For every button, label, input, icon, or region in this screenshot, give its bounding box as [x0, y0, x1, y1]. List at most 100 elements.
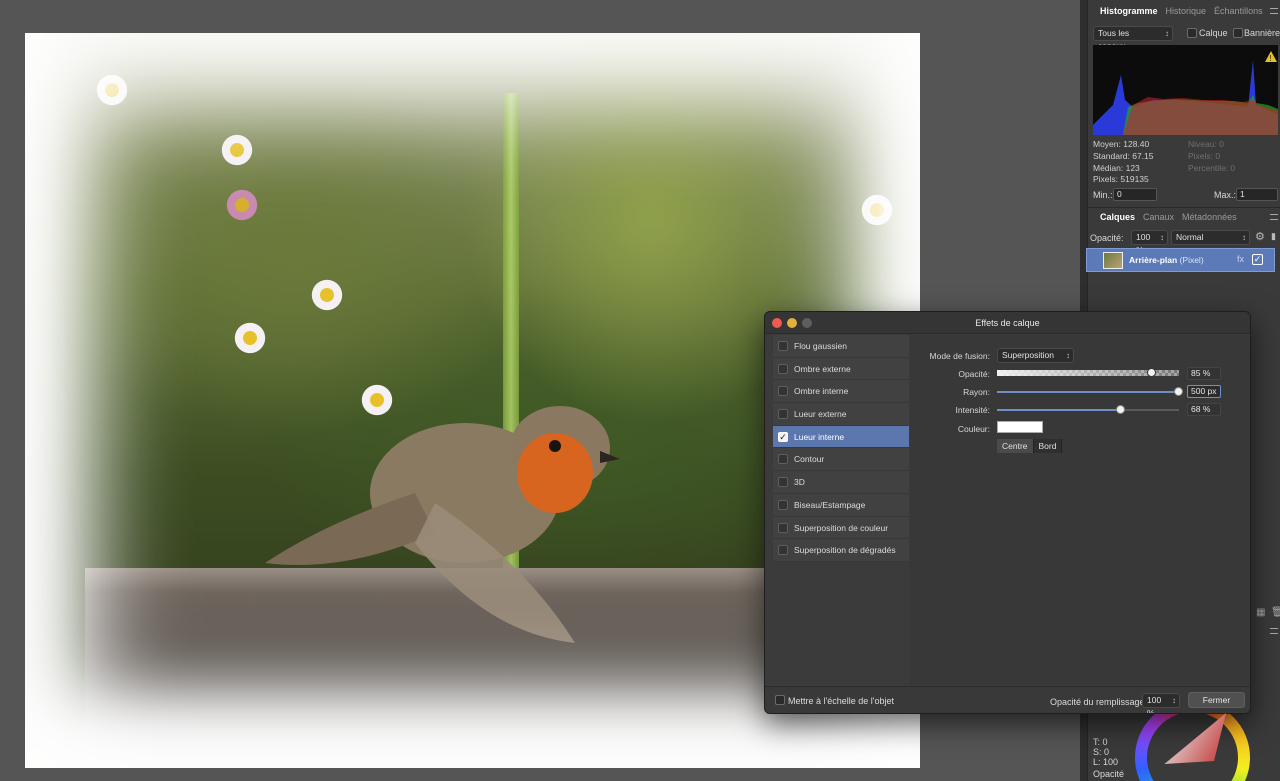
- trash-icon[interactable]: 🗑: [1271, 607, 1280, 618]
- radius-slider[interactable]: [997, 387, 1183, 396]
- effect-properties: Mode de fusion: Superposition Opacité: 8…: [910, 335, 1250, 685]
- photo-flower: [310, 278, 344, 312]
- effect-item[interactable]: Ombre externe: [773, 357, 909, 381]
- stat-pixels: Pixels: 519135: [1093, 174, 1149, 184]
- blend-mode-label: Mode de fusion:: [929, 351, 990, 361]
- effect-item[interactable]: Superposition de dégradés: [773, 539, 909, 562]
- effect-checkbox[interactable]: [778, 454, 788, 465]
- photo-flower: [95, 73, 129, 107]
- effect-item[interactable]: Ombre interne: [773, 380, 909, 404]
- color-menu-icon[interactable]: [1270, 628, 1278, 634]
- effect-item[interactable]: Lueur externe: [773, 403, 909, 426]
- layer-row-arriere-plan[interactable]: Arrière-plan (Pixel) fx ✓: [1086, 248, 1275, 272]
- calque-label: Calque: [1199, 28, 1228, 38]
- color-opacity-label: Opacité: [1093, 769, 1125, 779]
- layer-effects-dialog: Effets de calque Flou gaussien Ombre exte…: [764, 311, 1251, 714]
- intensity-value[interactable]: 68 %: [1187, 403, 1221, 416]
- radius-slider-knob[interactable]: [1174, 387, 1183, 396]
- effect-label: Biseau/Estampage: [794, 499, 866, 510]
- scale-to-object-checkbox[interactable]: [775, 695, 785, 705]
- intensity-label: Intensité:: [955, 405, 991, 415]
- color-l-value: L: 100: [1093, 757, 1119, 767]
- close-button[interactable]: Fermer: [1188, 692, 1245, 708]
- segment-bord[interactable]: Bord: [1034, 439, 1063, 453]
- calque-checkbox[interactable]: [1187, 28, 1197, 38]
- intensity-slider-knob[interactable]: [1115, 405, 1125, 414]
- opacity-slider-knob[interactable]: [1146, 368, 1156, 377]
- color-label: Couleur:: [957, 424, 990, 434]
- segment-centre[interactable]: Centre: [997, 439, 1034, 453]
- effect-checkbox[interactable]: [778, 499, 788, 510]
- channel-select[interactable]: Tous les canaux: [1093, 26, 1173, 51]
- effects-list: Flou gaussien Ombre externe Ombre interne L…: [773, 335, 909, 562]
- photo-flower: [233, 321, 267, 355]
- lock-icon[interactable]: ▮: [1271, 231, 1276, 242]
- layer-opacity-select[interactable]: 100 %: [1131, 230, 1168, 255]
- banniere-label: Bannière: [1244, 28, 1280, 38]
- layer-opacity-label: Opacité:: [1090, 233, 1124, 243]
- dialog-title: Effets de calque: [975, 318, 1040, 328]
- min-label: Min.:: [1093, 190, 1113, 200]
- radius-value[interactable]: 500 px: [1187, 385, 1221, 398]
- effect-label: Lueur externe: [794, 409, 847, 420]
- opacity-label: Opacité:: [958, 369, 990, 379]
- stat-standard: Standard: 67.15: [1093, 151, 1154, 161]
- layers-menu-icon[interactable]: [1270, 214, 1278, 220]
- tab-metadonnees[interactable]: Métadonnées: [1178, 212, 1241, 222]
- dialog-titlebar[interactable]: Effets de calque: [765, 312, 1250, 334]
- effect-label: Lueur interne: [794, 431, 845, 442]
- effect-label: Flou gaussien: [794, 341, 847, 351]
- photo-flower: [860, 193, 894, 227]
- intensity-slider-rest: [1120, 409, 1179, 411]
- tab-canaux[interactable]: Canaux: [1139, 212, 1178, 222]
- effect-checkbox[interactable]: ✓: [778, 431, 788, 442]
- effect-item[interactable]: ✓ Lueur interne: [773, 425, 909, 449]
- glow-color-swatch[interactable]: [997, 421, 1043, 433]
- opacity-value[interactable]: 85 %: [1187, 367, 1221, 380]
- fill-opacity-label: Opacité du remplissage:: [1050, 697, 1148, 707]
- fx-icon[interactable]: fx: [1237, 254, 1244, 264]
- effect-item[interactable]: 3D: [773, 471, 909, 494]
- layer-blend-select[interactable]: Normal: [1171, 230, 1250, 245]
- tab-histogramme[interactable]: Histogramme: [1096, 6, 1162, 16]
- visibility-checkbox[interactable]: ✓: [1252, 254, 1263, 265]
- tab-calques[interactable]: Calques: [1096, 212, 1140, 222]
- effect-item[interactable]: Flou gaussien: [773, 335, 909, 358]
- max-field[interactable]: 1: [1236, 188, 1278, 201]
- banniere-checkbox[interactable]: [1233, 28, 1243, 38]
- effect-checkbox[interactable]: [778, 545, 788, 556]
- opacity-slider[interactable]: [997, 368, 1179, 377]
- grid-icon[interactable]: ▦: [1256, 607, 1265, 618]
- fill-opacity-select[interactable]: 100 %: [1142, 693, 1180, 713]
- effect-label: Ombre externe: [794, 363, 851, 374]
- effect-checkbox[interactable]: [778, 522, 788, 533]
- tab-echantillons[interactable]: Échantillons: [1210, 6, 1267, 16]
- effect-checkbox[interactable]: [778, 386, 788, 397]
- intensity-slider[interactable]: [997, 405, 1179, 414]
- stat-niveau: Niveau: 0: [1188, 139, 1224, 149]
- histogram-graph: !: [1093, 45, 1278, 135]
- effect-checkbox[interactable]: [778, 363, 788, 374]
- tab-historique[interactable]: Historique: [1162, 6, 1211, 16]
- gear-icon[interactable]: ⚙: [1255, 230, 1265, 243]
- blend-mode-select[interactable]: Superposition: [997, 348, 1074, 363]
- dialog-footer: Mettre à l'échelle de l'objet Opacité du…: [765, 686, 1250, 713]
- effect-checkbox[interactable]: [778, 477, 788, 488]
- color-s-value: S: 0: [1093, 747, 1110, 757]
- effect-item[interactable]: Biseau/Estampage: [773, 493, 909, 517]
- histogram-tabs: Histogramme Historique Échantillons: [1096, 2, 1267, 20]
- effect-checkbox[interactable]: [778, 341, 788, 351]
- photo-flower: [220, 133, 254, 167]
- stat-median: Médian: 123: [1093, 163, 1140, 173]
- panel-menu-icon[interactable]: [1270, 8, 1278, 14]
- color-t-value: T: 0: [1093, 737, 1108, 747]
- radius-label: Rayon:: [963, 387, 990, 397]
- min-field[interactable]: 0: [1113, 188, 1157, 201]
- effect-item[interactable]: Superposition de couleur: [773, 516, 909, 540]
- effect-checkbox[interactable]: [778, 409, 788, 420]
- photo-flower: [225, 188, 259, 222]
- effect-label: Superposition de couleur: [794, 522, 889, 533]
- effect-item[interactable]: Contour: [773, 448, 909, 472]
- layers-tabs: Calques Canaux Métadonnées: [1096, 208, 1241, 226]
- stat-pixels-level: Pixels: 0: [1188, 151, 1221, 161]
